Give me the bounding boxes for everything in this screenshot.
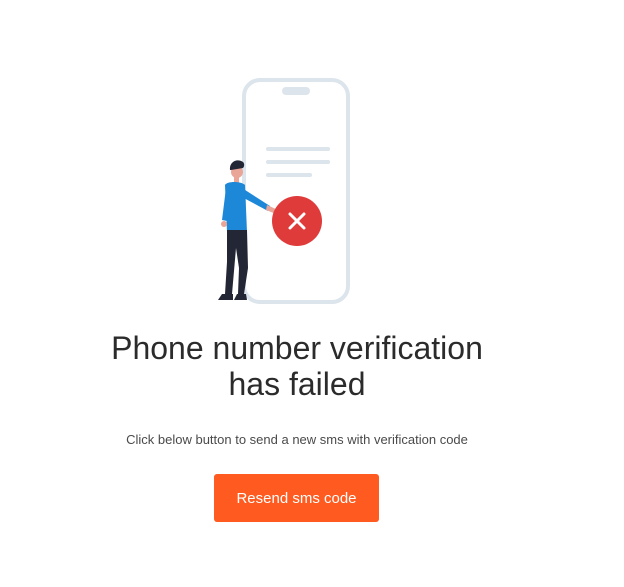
resend-sms-button[interactable]: Resend sms code — [214, 474, 379, 522]
phone-icon — [242, 78, 350, 304]
page-title-line2: has failed — [228, 366, 366, 402]
error-x-icon — [272, 196, 322, 246]
verification-failed-illustration — [200, 72, 370, 312]
page-title: Phone number verification has failed — [0, 330, 594, 402]
page-subtitle: Click below button to send a new sms wit… — [126, 432, 468, 447]
page-title-line1: Phone number verification — [111, 330, 483, 366]
